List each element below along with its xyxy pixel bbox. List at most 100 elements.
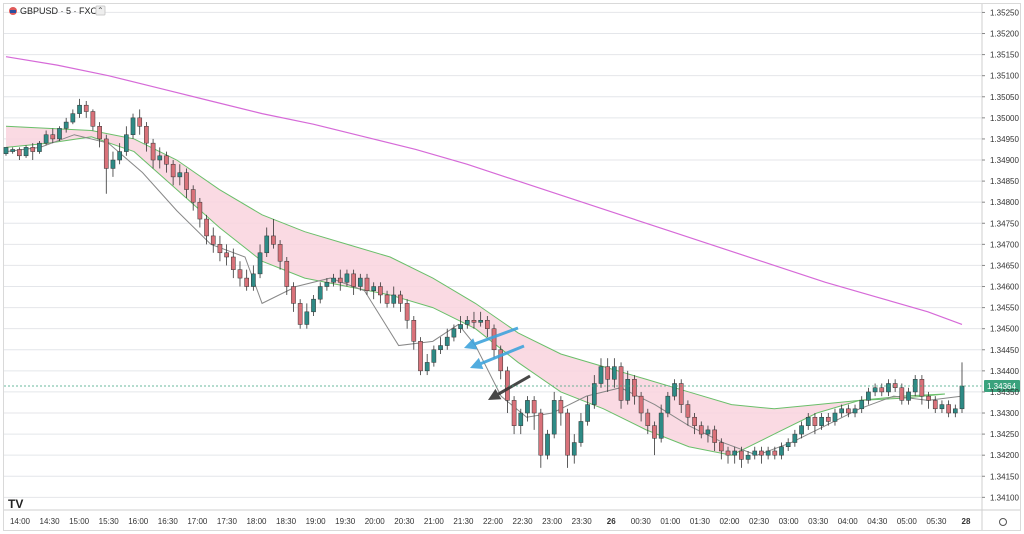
candle-body [364,277,370,291]
candle-body [284,260,290,287]
x-tick-label: 05:00 [897,517,918,526]
candle-body [190,189,196,203]
candle-body [866,391,871,401]
candle-body [725,450,731,456]
y-tick-label: 1.35250 [990,8,1019,17]
candle-body [732,450,738,456]
candle-body [110,159,116,169]
candle-body [739,450,744,460]
y-tick-label: 1.35000 [990,114,1019,123]
candle-body [277,244,283,262]
candle-body [505,370,510,401]
x-tick-label: 17:30 [217,517,238,526]
candle-body [63,121,69,129]
candle-body [879,387,885,393]
candle-body [418,341,423,372]
candle-body [264,235,270,254]
candlestick-chart[interactable]: 1.34364 1.352501.352001.351501.351001.35… [0,0,1024,534]
x-tick-label: 03:00 [779,517,800,526]
y-tick-label: 1.34500 [990,325,1019,334]
x-tick-label: 21:00 [424,517,445,526]
x-tick-label: 19:00 [306,517,327,526]
candle-body [759,450,764,456]
candle-body [705,429,711,435]
candle-body [251,273,256,287]
candle-body [558,400,564,414]
candle-body [3,147,9,154]
candle-body [598,366,604,384]
candle-body [97,126,102,140]
candle-body [906,391,911,401]
candle-body [846,408,851,414]
candle-body [525,400,530,414]
tradingview-logo: TV [8,497,23,511]
candle-body [692,416,697,426]
x-tick-label: 16:30 [158,517,179,526]
candle-body [685,404,691,418]
y-tick-label: 1.34150 [990,472,1019,481]
candle-body [344,273,350,283]
candle-body [531,400,537,414]
x-tick-label: 14:30 [40,517,61,526]
candle-body [932,400,938,410]
candle-body [90,111,96,127]
candle-body [170,163,176,178]
x-tick-label: 23:00 [542,517,563,526]
x-tick-label: 18:00 [246,517,267,526]
y-tick-label: 1.34100 [990,493,1019,502]
candle-body [244,277,249,287]
y-tick-label: 1.35200 [990,30,1019,39]
y-tick-label: 1.34900 [990,156,1019,165]
candle-body [297,303,303,325]
candle-body [357,277,363,287]
candle-body [919,379,925,397]
candle-body [411,320,417,342]
candle-body [130,117,136,135]
candle-body [899,387,905,401]
candle-body [317,286,323,300]
candle-body [217,244,223,254]
candle-body [959,385,965,410]
y-tick-label: 1.34550 [990,304,1019,313]
x-tick-label: 04:00 [838,517,859,526]
candle-body [371,286,377,291]
x-tick-label: 00:30 [631,517,652,526]
candle-body [712,429,717,443]
candle-body [545,433,550,456]
candle-body [304,311,310,325]
x-tick-label: 20:00 [365,517,386,526]
candle-body [257,252,263,275]
x-tick-label: 01:00 [660,517,681,526]
candle-body [117,151,122,161]
candle-body [144,126,149,144]
candle-body [892,383,898,388]
y-tick-label: 1.34450 [990,346,1019,355]
candle-body [157,155,163,161]
candle-body [184,172,189,190]
candle-body [291,286,296,304]
candle-body [150,142,156,161]
y-tick-label: 1.35150 [990,51,1019,60]
y-tick-label: 1.34300 [990,409,1019,418]
candle-body [124,134,129,152]
candle-body [271,235,276,245]
x-tick-label: 26 [607,517,616,526]
candle-body [204,218,209,237]
candle-body [424,362,430,372]
x-tick-label: 19:30 [335,517,356,526]
candle-body [772,450,778,456]
x-tick-label: 15:00 [69,517,90,526]
chart-background [0,0,1024,534]
tradingview-logo-mark: TV [8,497,23,511]
candle-body [491,328,497,351]
y-tick-label: 1.34600 [990,283,1019,292]
candle-body [585,404,590,422]
x-tick-label: 28 [962,517,971,526]
chart-title[interactable]: GBPUSD · 5 · FXCM ⌃ [9,5,106,16]
y-tick-label: 1.34850 [990,177,1019,186]
candle-body [451,328,457,338]
y-tick-label: 1.34950 [990,135,1019,144]
candle-body [237,269,243,279]
candle-body [23,147,29,157]
candle-body [197,201,203,220]
